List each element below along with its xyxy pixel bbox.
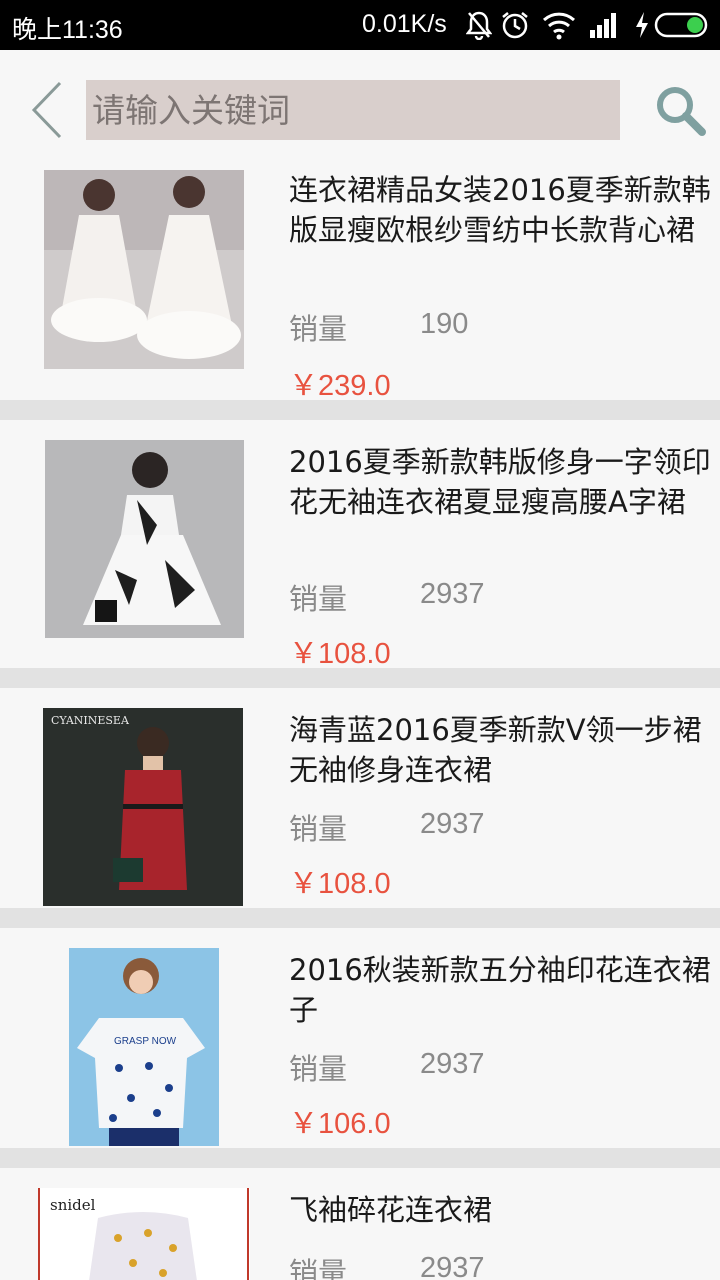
sales-label: 销量 (289, 812, 348, 846)
list-divider (0, 668, 720, 688)
sales-count: 2937 (420, 808, 485, 840)
list-divider (0, 400, 720, 420)
status-time: 晚上11:36 (12, 16, 123, 44)
back-arrow-icon[interactable] (28, 80, 68, 140)
product-item[interactable]: 2016夏季新款韩版修身一字领印花无袖连衣裙夏显瘦高腰A字裙 销量 2937 ￥… (0, 420, 720, 670)
product-image (44, 170, 244, 369)
brand-watermark: CYANINESEA (51, 714, 130, 727)
product-title: 海青蓝2016夏季新款V领一步裙无袖修身连衣裙 (289, 713, 702, 787)
status-bar: 晚上11:36 0.01K/s (0, 0, 720, 50)
battery-icon (654, 10, 710, 40)
list-divider (0, 1148, 720, 1168)
search-field[interactable] (86, 80, 620, 140)
product-item[interactable]: 连衣裙精品女装2016夏季新款韩版显瘦欧根纱雪纺中长款背心裙 销量 190 ￥2… (0, 150, 720, 402)
charging-icon (634, 10, 650, 40)
sales-count: 190 (420, 308, 469, 340)
sales-label: 销量 (289, 1052, 348, 1086)
alarm-icon (500, 10, 530, 40)
search-input[interactable] (86, 80, 620, 140)
product-image: GRASP NOW (69, 948, 219, 1146)
sales-label: 销量 (289, 312, 348, 346)
sales-label: 销量 (289, 1256, 348, 1280)
product-image (45, 440, 244, 638)
product-title: 连衣裙精品女装2016夏季新款韩版显瘦欧根纱雪纺中长款背心裙 (289, 173, 711, 247)
product-title: 飞袖碎花连衣裙 (289, 1193, 493, 1227)
product-price: ￥106.0 (289, 1108, 391, 1140)
product-image: snidel (38, 1188, 250, 1280)
sales-count: 2937 (420, 1048, 485, 1080)
product-item[interactable]: GRASP NOW 2016秋装新款五分袖印花连衣裙子 销量 2937 ￥106… (0, 928, 720, 1148)
search-icon[interactable] (652, 82, 708, 138)
mute-icon (466, 10, 492, 40)
brand-logo: snidel (50, 1196, 96, 1214)
signal-icon (588, 10, 620, 40)
product-price: ￥108.0 (289, 638, 391, 670)
product-title: 2016秋装新款五分袖印花连衣裙子 (289, 953, 711, 1027)
status-network-speed: 0.01K/s (362, 10, 447, 38)
product-item[interactable]: snidel 飞袖碎花连衣裙 销量 2937 (0, 1168, 720, 1280)
sales-count: 2937 (420, 1252, 485, 1280)
list-divider (0, 908, 720, 928)
shirt-print: GRASP NOW (114, 1036, 177, 1047)
sales-label: 销量 (289, 582, 348, 616)
product-price: ￥108.0 (289, 868, 391, 900)
product-price: ￥239.0 (289, 370, 391, 402)
product-item[interactable]: CYANINESEA 海青蓝2016夏季新款V领一步裙无袖修身连衣裙 销量 29… (0, 688, 720, 908)
wifi-icon (542, 10, 576, 40)
product-title: 2016夏季新款韩版修身一字领印花无袖连衣裙夏显瘦高腰A字裙 (289, 445, 711, 519)
sales-count: 2937 (420, 578, 485, 610)
product-image: CYANINESEA (43, 708, 243, 906)
